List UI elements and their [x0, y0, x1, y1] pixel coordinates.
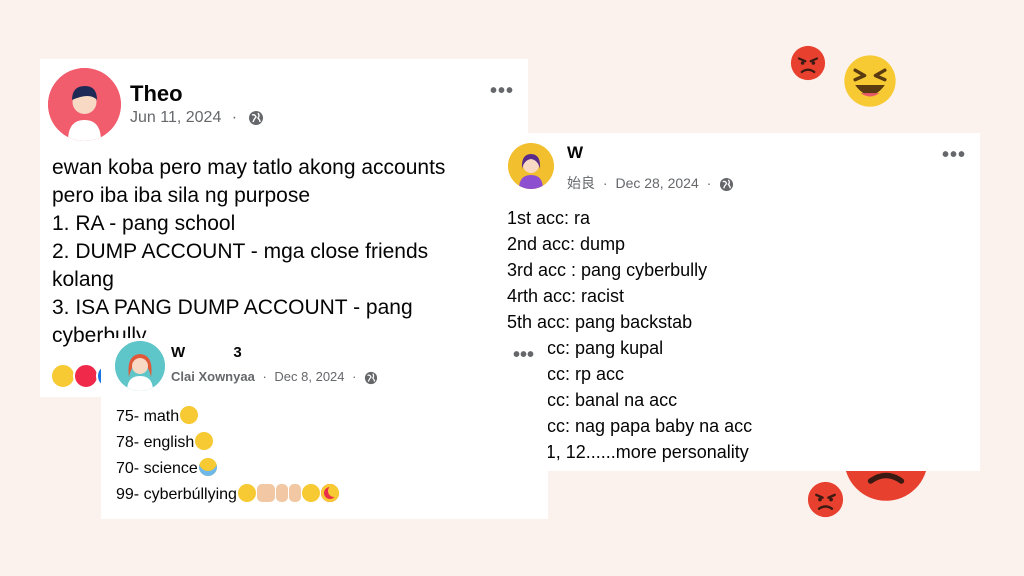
author-suffix: 3 — [233, 344, 242, 361]
body-line: 75- math — [116, 404, 339, 430]
author-name[interactable]: W 3 — [171, 344, 242, 361]
more-options-icon[interactable]: ••• — [513, 344, 534, 367]
laughing-emoji-icon — [844, 55, 896, 107]
avatar[interactable] — [115, 341, 165, 391]
angry-emoji-icon — [790, 45, 826, 81]
post-body: 75- math 78- english 70- science 99- cyb… — [116, 404, 339, 508]
post-meta: 始良 · Dec 28, 2024 · — [567, 173, 734, 193]
body-line: 2. DUMP ACCOUNT - mga close friends — [52, 240, 429, 263]
post-date[interactable]: Jun 11, 2024 — [130, 109, 221, 126]
body-line: 4rth acc: racist — [507, 286, 625, 306]
post-date[interactable]: Dec 28, 2024 — [615, 175, 698, 191]
post-meta: Jun 11, 2024 · — [130, 109, 264, 127]
worried-emoji-icon — [195, 432, 214, 450]
author-name[interactable]: Theo — [130, 81, 183, 107]
meta-separator: · — [602, 175, 608, 191]
body-line: 1st acc: ra — [507, 208, 591, 228]
body-line: 70- science — [116, 456, 339, 482]
fist-emoji-icon — [256, 484, 275, 502]
body-line: 1. RA - pang school — [52, 212, 236, 235]
angry-emoji-icon — [807, 481, 844, 518]
post-card-w-accounts: W 始良 · Dec 28, 2024 · ••• 1st acc: ra 2n… — [497, 133, 980, 471]
author-initial: W — [171, 344, 186, 361]
grade-text: 99- cyberbúllying — [116, 486, 237, 503]
post-card-w-grades: W 3 Clai Xownyaa · Dec 8, 2024 · 75- mat… — [101, 338, 548, 519]
post-date[interactable]: Dec 8, 2024 — [274, 369, 344, 384]
post-body: ewan koba pero may tatlo akong accounts … — [52, 154, 445, 350]
crying-emoji-icon — [198, 458, 217, 476]
avatar[interactable] — [48, 68, 121, 141]
fingers-crossed-emoji-icon — [288, 484, 301, 502]
grade-text: 70- science — [116, 460, 198, 477]
pleading-emoji-icon — [301, 484, 320, 502]
author-name[interactable]: W — [567, 143, 583, 163]
globe-icon — [248, 110, 263, 125]
globe-icon — [720, 177, 734, 191]
frowning-emoji-icon — [180, 406, 199, 424]
body-line: 3. ISA PANG DUMP ACCOUNT - pang — [52, 296, 413, 319]
body-line: 2nd acc: dump — [507, 234, 626, 254]
meta-separator: · — [706, 175, 712, 191]
body-line: pero iba iba sila ng purpose — [52, 184, 311, 207]
meta-separator: · — [262, 369, 267, 384]
author-subname[interactable]: 始良 — [567, 175, 595, 191]
avatar[interactable] — [508, 143, 554, 189]
post-meta: Clai Xownyaa · Dec 8, 2024 · — [171, 369, 378, 385]
body-line: kolang — [52, 268, 114, 291]
kissing-emoji-icon — [237, 484, 256, 502]
fingers-crossed-emoji-icon — [275, 484, 288, 502]
body-line: 99- cyberbúllying — [116, 482, 339, 508]
more-options-icon[interactable]: ••• — [490, 81, 514, 101]
meta-separator: · — [352, 369, 357, 384]
body-line: ewan koba pero may tatlo akong accounts — [52, 156, 446, 179]
globe-icon — [364, 371, 378, 384]
meta-separator: · — [231, 109, 238, 126]
heart-eyes-emoji-icon — [320, 484, 339, 502]
more-options-icon[interactable]: ••• — [942, 145, 966, 165]
grade-text: 78- english — [116, 434, 195, 451]
body-line: 78- english — [116, 430, 339, 456]
grade-text: 75- math — [116, 408, 180, 425]
author-subname[interactable]: Clai Xownyaa — [171, 369, 255, 384]
body-line: 3rd acc : pang cyberbully — [507, 260, 708, 280]
body-line: 5th acc: pang backstab — [507, 312, 693, 332]
